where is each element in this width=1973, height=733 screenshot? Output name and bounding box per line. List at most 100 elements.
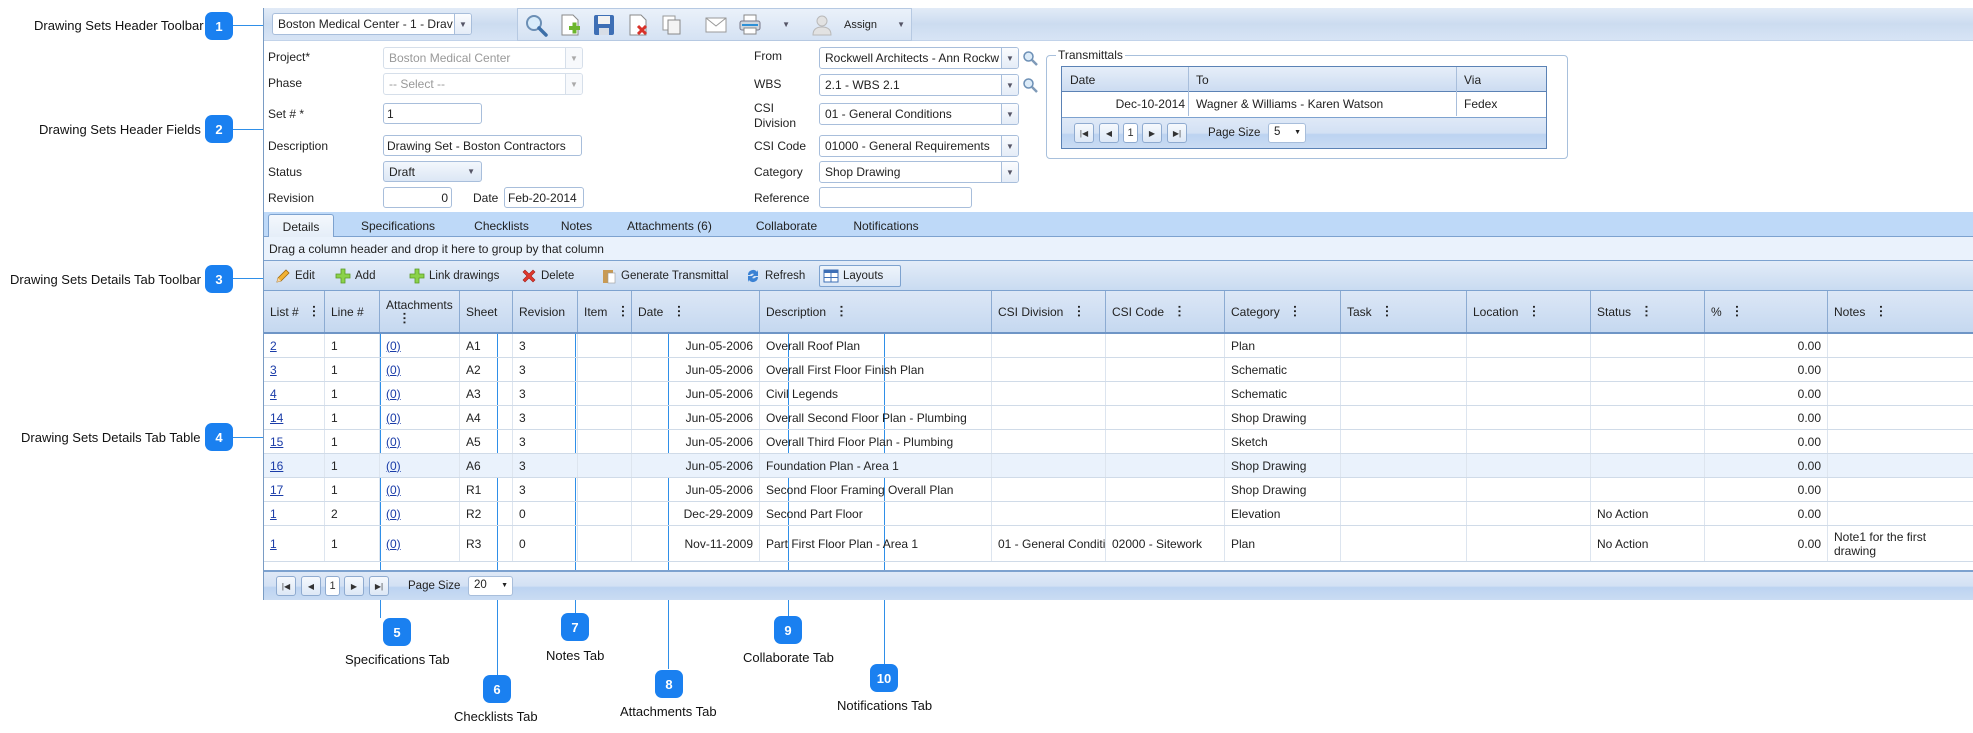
list-number-link[interactable]: 2	[270, 339, 277, 353]
column-header-csi-division[interactable]: CSI Division ···	[992, 291, 1106, 332]
delete-document-icon[interactable]	[626, 12, 650, 38]
table-row[interactable]: 4 1 (0) A3 3 Jun-05-2006 Civil Legends Schemati…	[264, 382, 1973, 406]
column-header-revision[interactable]: Revision	[513, 291, 578, 332]
tab-attachments[interactable]: Attachments (6)	[617, 214, 722, 237]
attachments-link[interactable]: (0)	[386, 339, 401, 353]
group-by-bar[interactable]: Drag a column header and drop it here to…	[264, 237, 1973, 261]
wbs-select[interactable]: 2.1 - WBS 2.1 ▼	[819, 74, 1019, 96]
print-icon[interactable]	[738, 12, 762, 38]
chevron-down-icon[interactable]: ▼	[1001, 162, 1018, 182]
chevron-down-icon[interactable]: ▼	[1001, 48, 1018, 68]
table-row[interactable]: 1 2 (0) R2 0 Dec-29-2009 Second Part Floor Elev…	[264, 502, 1973, 526]
column-header-category[interactable]: Category ···	[1225, 291, 1341, 332]
date-input[interactable]: Feb-20-2014	[504, 187, 584, 208]
edit-button[interactable]: Edit	[272, 265, 318, 287]
column-header-status[interactable]: Status ···	[1591, 291, 1705, 332]
list-number-link[interactable]: 14	[270, 411, 283, 425]
list-number-link[interactable]: 3	[270, 363, 277, 377]
search-icon[interactable]	[524, 12, 548, 38]
delete-button[interactable]: Delete	[518, 265, 577, 287]
list-number-link[interactable]: 1	[270, 537, 277, 551]
column-header-date[interactable]: Date	[1070, 73, 1095, 87]
list-number-link[interactable]: 4	[270, 387, 277, 401]
column-header-notes[interactable]: Notes ···	[1828, 291, 1973, 332]
assign-chevron-icon[interactable]: ▼	[897, 20, 905, 29]
chevron-down-icon[interactable]: ▼	[1294, 129, 1301, 136]
tab-checklists[interactable]: Checklists	[459, 214, 544, 237]
last-page-icon[interactable]: ▶|	[369, 576, 389, 596]
page-size-select[interactable]: 20 ▼	[468, 576, 513, 596]
attachments-link[interactable]: (0)	[386, 483, 401, 497]
column-menu-icon[interactable]: ···	[671, 305, 686, 318]
table-row[interactable]: 1 1 (0) R3 0 Nov-11-2009 Part First Floor Plan…	[264, 526, 1973, 562]
page-number[interactable]: 1	[1123, 123, 1138, 143]
table-row[interactable]: 2 1 (0) A1 3 Jun-05-2006 Overall Roof Plan Plan…	[264, 334, 1973, 358]
page-number[interactable]: 1	[325, 576, 340, 596]
column-menu-icon[interactable]: ···	[1526, 305, 1541, 318]
generate-transmittal-button[interactable]: Generate Transmittal	[598, 265, 731, 287]
column-menu-icon[interactable]: ···	[1071, 305, 1086, 318]
from-search-icon[interactable]	[1022, 50, 1038, 66]
column-header-sheet[interactable]: Sheet	[460, 291, 513, 332]
attachments-link[interactable]: (0)	[386, 363, 401, 377]
chevron-down-icon[interactable]: ▼	[454, 14, 471, 34]
next-page-icon[interactable]: ▶	[1142, 123, 1162, 143]
reference-input[interactable]	[819, 187, 972, 208]
column-header-description[interactable]: Description ···	[760, 291, 992, 332]
attachments-link[interactable]: (0)	[386, 459, 401, 473]
column-menu-icon[interactable]: ···	[1172, 305, 1187, 318]
table-row[interactable]: 14 1 (0) A4 3 Jun-05-2006 Overall Second Floor…	[264, 406, 1973, 430]
column-header-line-number[interactable]: Line #	[325, 291, 380, 332]
first-page-icon[interactable]: |◀	[276, 576, 296, 596]
chevron-down-icon[interactable]: ▼	[501, 582, 508, 589]
print-options-chevron-icon[interactable]: ▼	[782, 20, 790, 29]
tab-notes[interactable]: Notes	[544, 214, 609, 237]
assign-button[interactable]: Assign	[844, 19, 877, 31]
table-row[interactable]: 15 1 (0) A5 3 Jun-05-2006 Overall Third Floor …	[264, 430, 1973, 454]
description-input[interactable]: Drawing Set - Boston Contractors	[383, 135, 582, 156]
column-header-percent[interactable]: % ···	[1705, 291, 1828, 332]
layouts-button[interactable]: Layouts	[819, 265, 901, 287]
column-menu-icon[interactable]: ···	[397, 312, 412, 325]
column-menu-icon[interactable]: ···	[1639, 305, 1654, 318]
list-number-link[interactable]: 15	[270, 435, 283, 449]
chevron-down-icon[interactable]: ▼	[467, 167, 475, 176]
column-header-csi-code[interactable]: CSI Code ···	[1106, 291, 1225, 332]
next-page-icon[interactable]: ▶	[344, 576, 364, 596]
column-menu-icon[interactable]: ···	[1730, 305, 1745, 318]
attachments-link[interactable]: (0)	[386, 435, 401, 449]
from-select[interactable]: Rockwell Architects - Ann Rockw ▼	[819, 47, 1019, 69]
prev-page-icon[interactable]: ◀	[301, 576, 321, 596]
column-header-to[interactable]: To	[1196, 73, 1209, 87]
email-icon[interactable]	[704, 12, 728, 38]
column-header-location[interactable]: Location ···	[1467, 291, 1591, 332]
refresh-button[interactable]: Refresh	[742, 265, 808, 287]
tab-collaborate[interactable]: Collaborate	[739, 214, 834, 237]
tab-details[interactable]: Details	[268, 214, 334, 238]
link-drawings-button[interactable]: Link drawings	[406, 265, 502, 287]
column-menu-icon[interactable]: ···	[1380, 305, 1395, 318]
chevron-down-icon[interactable]: ▼	[1001, 104, 1018, 124]
chevron-down-icon[interactable]: ▼	[1001, 136, 1018, 156]
csi-code-select[interactable]: 01000 - General Requirements ▼	[819, 135, 1019, 157]
column-header-attachments[interactable]: Attachments ···	[380, 291, 460, 332]
table-row[interactable]: 3 1 (0) A2 3 Jun-05-2006 Overall First Floor F…	[264, 358, 1973, 382]
column-menu-icon[interactable]: ···	[1288, 305, 1303, 318]
wbs-search-icon[interactable]	[1022, 77, 1038, 93]
prev-page-icon[interactable]: ◀	[1099, 123, 1119, 143]
page-size-select[interactable]: 5 ▼	[1268, 123, 1306, 143]
list-number-link[interactable]: 16	[270, 459, 283, 473]
csi-division-select[interactable]: 01 - General Conditions ▼	[819, 103, 1019, 125]
last-page-icon[interactable]: ▶|	[1167, 123, 1187, 143]
attachments-link[interactable]: (0)	[386, 387, 401, 401]
column-header-date[interactable]: Date ···	[632, 291, 760, 332]
column-menu-icon[interactable]: ···	[615, 305, 630, 318]
attachments-link[interactable]: (0)	[386, 507, 401, 521]
tab-specifications[interactable]: Specifications	[344, 214, 452, 237]
save-icon[interactable]	[592, 12, 616, 38]
list-number-link[interactable]: 1	[270, 507, 277, 521]
record-selector[interactable]: Boston Medical Center - 1 - Drav ▼	[272, 13, 472, 35]
table-row[interactable]: 16 1 (0) A6 3 Jun-05-2006 Foundation Plan - Ar…	[264, 454, 1973, 478]
category-select[interactable]: Shop Drawing ▼	[819, 161, 1019, 183]
column-header-item[interactable]: Item ···	[578, 291, 632, 332]
